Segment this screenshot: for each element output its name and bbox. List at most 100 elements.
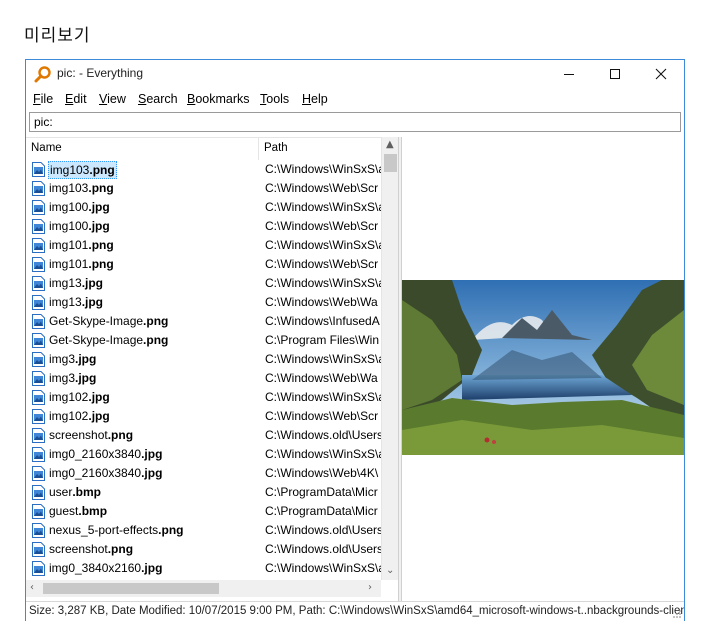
file-row[interactable]: img0_3840x2160.jpg C:\Windows\WinSxS\a [26,559,398,578]
file-row[interactable]: img103.png C:\Windows\Web\Scr [26,179,398,198]
menu-tools[interactable]: Tools [260,92,289,106]
resize-grip-icon[interactable] [672,609,682,619]
image-file-icon [32,523,45,538]
file-row[interactable]: img103.png C:\Windows\WinSxS\a [26,160,398,179]
column-header-path[interactable]: Path [259,138,398,160]
file-name: img102.jpg [49,390,110,404]
horizontal-scroll-thumb[interactable] [43,583,219,594]
file-row[interactable]: Get-Skype-Image.png C:\Windows\InfusedA [26,312,398,331]
file-name: img101.png [49,238,114,252]
file-row[interactable]: img3.jpg C:\Windows\WinSxS\a [26,350,398,369]
horizontal-scrollbar[interactable]: ‹ › [26,580,381,597]
image-file-icon [32,200,45,215]
image-file-icon [32,542,45,557]
file-path: C:\Windows\WinSxS\a [265,352,386,366]
close-button[interactable] [638,60,684,88]
everything-window: pic: - Everything File Edit View Search … [25,59,685,621]
preview-pane [402,137,684,601]
image-file-icon [32,314,45,329]
scroll-left-icon[interactable]: ‹ [30,582,34,593]
file-name: img3.jpg [49,371,97,385]
menu-search[interactable]: Search [138,92,178,106]
file-name: img100.jpg [49,200,110,214]
title-bar[interactable]: pic: - Everything [26,60,684,88]
file-name: Get-Skype-Image.png [49,333,169,347]
file-row[interactable]: img100.jpg C:\Windows\Web\Scr [26,217,398,236]
vertical-scrollbar[interactable]: ▲ ⌄ [381,137,398,580]
image-file-icon [32,181,45,196]
file-name: img103.png [48,161,117,179]
file-path: C:\Windows\WinSxS\a [265,276,386,290]
column-header-name[interactable]: Name [26,138,259,160]
file-name: img3.jpg [49,352,97,366]
image-file-icon [32,371,45,386]
status-bar: Size: 3,287 KB, Date Modified: 10/07/201… [26,601,684,621]
scroll-down-icon[interactable]: ⌄ [386,565,394,576]
file-row[interactable]: img101.png C:\Windows\Web\Scr [26,255,398,274]
scroll-right-icon[interactable]: › [368,582,372,593]
menu-help[interactable]: Help [302,92,328,106]
minimize-button[interactable] [546,60,592,88]
file-path: C:\Windows.old\Users [265,542,384,556]
file-row[interactable]: guest.bmp C:\ProgramData\Micr [26,502,398,521]
file-path: C:\Windows\Web\Scr [265,181,379,195]
file-name: img101.png [49,257,114,271]
file-path: C:\Windows\WinSxS\a [265,447,386,461]
file-path: C:\Windows\Web\Scr [265,257,379,271]
image-file-icon [32,504,45,519]
file-row[interactable]: img0_2160x3840.jpg C:\Windows\Web\4K\ [26,464,398,483]
file-name: nexus_5-port-effects.png [49,523,184,537]
file-row[interactable]: img13.jpg C:\Windows\Web\Wa [26,293,398,312]
search-input[interactable]: pic: [29,112,681,132]
maximize-button[interactable] [592,60,638,88]
close-icon [655,68,667,80]
file-row[interactable]: user.bmp C:\ProgramData\Micr [26,483,398,502]
image-file-icon [32,295,45,310]
image-file-icon [32,352,45,367]
file-row[interactable]: img0_2160x3840.jpg C:\Windows\WinSxS\a [26,445,398,464]
file-row[interactable]: Get-Skype-Image.png C:\Program Files\Win [26,331,398,350]
file-path: C:\Program Files\Win [265,333,380,347]
file-path: C:\Windows\WinSxS\a [265,561,386,575]
menu-bookmarks[interactable]: Bookmarks [187,92,250,106]
image-file-icon [32,257,45,272]
image-file-icon [32,485,45,500]
minimize-icon [564,74,574,75]
image-file-icon [32,466,45,481]
image-file-icon [32,447,45,462]
image-file-icon [32,428,45,443]
file-path: C:\Windows\WinSxS\a [265,390,386,404]
file-row[interactable]: nexus_5-port-effects.png C:\Windows.old\U… [26,521,398,540]
file-row[interactable]: img102.jpg C:\Windows\Web\Scr [26,407,398,426]
file-path: C:\Windows.old\Users [265,523,384,537]
file-name: img13.jpg [49,295,104,309]
file-row[interactable]: img101.png C:\Windows\WinSxS\a [26,236,398,255]
magnifier-icon [34,66,51,83]
menu-view[interactable]: View [99,92,126,106]
file-path: C:\Windows.old\Users [265,428,384,442]
file-row[interactable]: img3.jpg C:\Windows\Web\Wa [26,369,398,388]
file-row[interactable]: img102.jpg C:\Windows\WinSxS\a [26,388,398,407]
file-name: img0_2160x3840.jpg [49,466,163,480]
vertical-scroll-thumb[interactable] [384,154,397,172]
file-name: img13.jpg [49,276,104,290]
image-file-icon [32,219,45,234]
window-title: pic: - Everything [57,66,144,80]
image-file-icon [32,238,45,253]
file-row[interactable]: img13.jpg C:\Windows\WinSxS\a [26,274,398,293]
scroll-up-icon[interactable]: ▲ [386,139,394,150]
file-name: guest.bmp [49,504,108,518]
maximize-icon [610,69,620,79]
file-row[interactable]: img100.jpg C:\Windows\WinSxS\a [26,198,398,217]
file-path: C:\Windows\Web\Wa [265,371,378,385]
menu-edit[interactable]: Edit [65,92,87,106]
file-row[interactable]: screenshot.png C:\Windows.old\Users [26,540,398,559]
image-file-icon [32,409,45,424]
image-file-icon [32,390,45,405]
page-heading: 미리보기 [24,26,91,46]
file-name: screenshot.png [49,428,134,442]
menu-file[interactable]: File [33,92,53,106]
file-path: C:\Windows\Web\Scr [265,409,379,423]
file-row[interactable]: screenshot.png C:\Windows.old\Users [26,426,398,445]
file-path: C:\Windows\WinSxS\a [265,238,386,252]
